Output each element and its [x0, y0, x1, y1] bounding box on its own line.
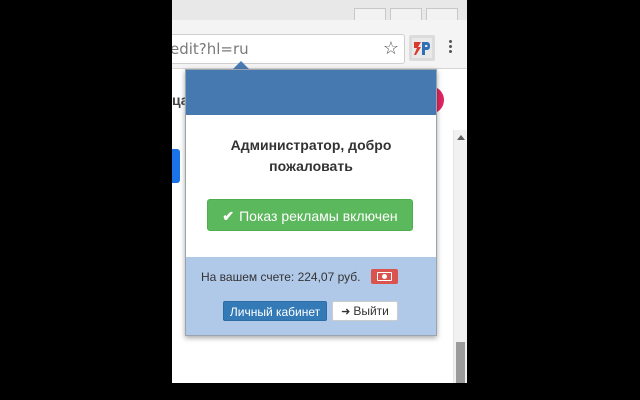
- logout-button-label: Выйти: [353, 304, 389, 318]
- scrollbar-thumb[interactable]: [456, 342, 465, 383]
- sign-out-icon: ➜: [341, 306, 351, 318]
- scrollbar[interactable]: [453, 130, 467, 383]
- greeting-text: Администратор, добро пожаловать: [230, 137, 392, 174]
- kebab-menu-icon[interactable]: [449, 40, 453, 55]
- ads-button-label: Показ рекламы включен: [239, 208, 398, 224]
- address-bar[interactable]: edit?hl=ru ☆: [172, 34, 405, 64]
- popup-footer: На вашем счете: 224,07 руб. Личный кабин…: [186, 257, 436, 335]
- popup-caret: [233, 61, 249, 69]
- checkmark-icon: ✔: [222, 208, 235, 224]
- page-button[interactable]: [172, 149, 180, 183]
- url-text[interactable]: edit?hl=ru: [172, 40, 249, 58]
- star-icon[interactable]: ☆: [383, 37, 399, 59]
- ads-enabled-button[interactable]: ✔ Показ рекламы включен: [207, 199, 413, 231]
- extension-popup: Администратор, добро пожаловать ✔ Показ р…: [185, 69, 437, 336]
- extension-logo: [412, 38, 432, 58]
- balance-text: На вашем счете: 224,07 руб.: [201, 270, 361, 284]
- popup-header: [186, 70, 436, 115]
- money-icon[interactable]: [371, 269, 398, 284]
- scroll-up-icon[interactable]: [457, 135, 465, 140]
- browser-toolbar: edit?hl=ru ☆: [172, 20, 467, 69]
- logout-button[interactable]: ➜ Выйти: [332, 301, 398, 321]
- tab-strip: [172, 0, 467, 21]
- 3p-extension-icon[interactable]: [409, 35, 435, 61]
- personal-cabinet-button[interactable]: Личный кабинет: [223, 301, 327, 321]
